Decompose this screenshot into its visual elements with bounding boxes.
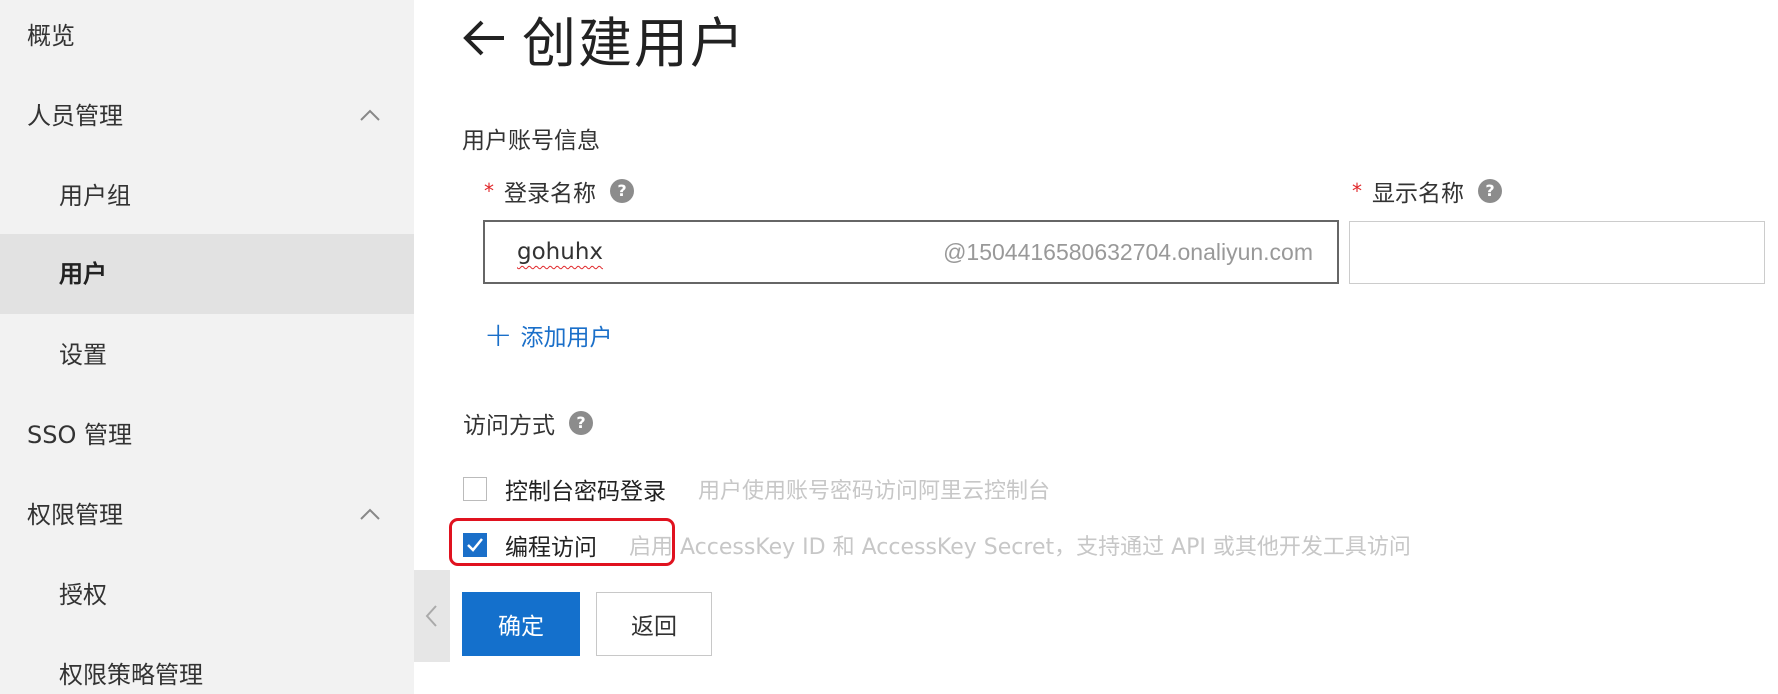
sidebar-collapse-handle[interactable] bbox=[414, 570, 450, 662]
chevron-up-icon bbox=[360, 109, 380, 121]
help-icon[interactable]: ? bbox=[1478, 179, 1502, 203]
sidebar-item-settings[interactable]: 设置 bbox=[0, 315, 414, 395]
display-name-label: * 显示名称 ? bbox=[1352, 174, 1502, 208]
back-button[interactable]: 返回 bbox=[596, 592, 712, 656]
login-name-label-text: 登录名称 bbox=[504, 181, 596, 207]
chevron-up-icon bbox=[360, 508, 380, 520]
sidebar-item-label: 用户 bbox=[59, 260, 107, 288]
sidebar-item-label: 人员管理 bbox=[27, 102, 123, 130]
chevron-left-icon bbox=[425, 605, 437, 627]
plus-icon: + bbox=[484, 315, 513, 355]
sidebar: 概览 人员管理 用户组 用户 设置 SSO 管理 权限管理 授权 权限策略管理 bbox=[0, 0, 414, 694]
section-title-account: 用户账号信息 bbox=[462, 128, 600, 154]
sidebar-item-overview[interactable]: 概览 bbox=[0, 0, 414, 76]
console-login-checkbox[interactable] bbox=[463, 477, 487, 501]
console-login-label: 控制台密码登录 bbox=[505, 479, 666, 505]
required-mark: * bbox=[1352, 179, 1362, 203]
help-icon[interactable]: ? bbox=[569, 411, 593, 435]
login-name-input[interactable]: gohuhx @1504416580632704.onaliyun.com bbox=[483, 220, 1339, 284]
add-user-link[interactable]: + 添加用户 bbox=[484, 318, 613, 352]
page-header: 创建用户 bbox=[460, 2, 746, 75]
sidebar-item-label: 权限管理 bbox=[27, 501, 123, 529]
confirm-button[interactable]: 确定 bbox=[462, 592, 580, 656]
display-name-label-text: 显示名称 bbox=[1372, 181, 1464, 207]
sidebar-item-policy-management[interactable]: 权限策略管理 bbox=[0, 635, 414, 694]
sidebar-item-label: 概览 bbox=[27, 22, 75, 50]
sidebar-item-label: 用户组 bbox=[59, 182, 131, 210]
required-mark: * bbox=[484, 179, 494, 203]
help-icon[interactable]: ? bbox=[610, 179, 634, 203]
login-name-label: * 登录名称 ? bbox=[484, 174, 634, 208]
add-user-label: 添加用户 bbox=[520, 325, 613, 351]
sidebar-item-label: 权限策略管理 bbox=[59, 661, 203, 689]
access-option-console[interactable]: 控制台密码登录 用户使用账号密码访问阿里云控制台 bbox=[463, 472, 1050, 506]
arrow-left-icon[interactable] bbox=[460, 18, 508, 58]
page-title: 创建用户 bbox=[522, 11, 746, 75]
programmatic-access-description: 启用 AccessKey ID 和 AccessKey Secret，支持通过 … bbox=[629, 535, 1411, 560]
login-name-domain-suffix: @1504416580632704.onaliyun.com bbox=[943, 238, 1313, 265]
login-name-value: gohuhx bbox=[517, 239, 604, 265]
sidebar-item-user-groups[interactable]: 用户组 bbox=[0, 156, 414, 236]
console-login-description: 用户使用账号密码访问阿里云控制台 bbox=[698, 479, 1051, 504]
sidebar-item-permission-management[interactable]: 权限管理 bbox=[0, 475, 414, 555]
highlight-annotation bbox=[449, 518, 675, 566]
access-section-label: 访问方式 bbox=[463, 413, 555, 439]
sidebar-item-people-management[interactable]: 人员管理 bbox=[0, 76, 414, 156]
sidebar-item-label: 设置 bbox=[59, 341, 107, 369]
sidebar-item-sso-management[interactable]: SSO 管理 bbox=[0, 395, 414, 475]
sidebar-item-users[interactable]: 用户 bbox=[0, 234, 414, 314]
sidebar-item-label: 授权 bbox=[59, 581, 107, 609]
section-title-access: 访问方式 ? bbox=[463, 406, 593, 440]
sidebar-item-label: SSO 管理 bbox=[27, 421, 132, 449]
display-name-input[interactable] bbox=[1349, 221, 1765, 284]
sidebar-item-authorization[interactable]: 授权 bbox=[0, 555, 414, 635]
